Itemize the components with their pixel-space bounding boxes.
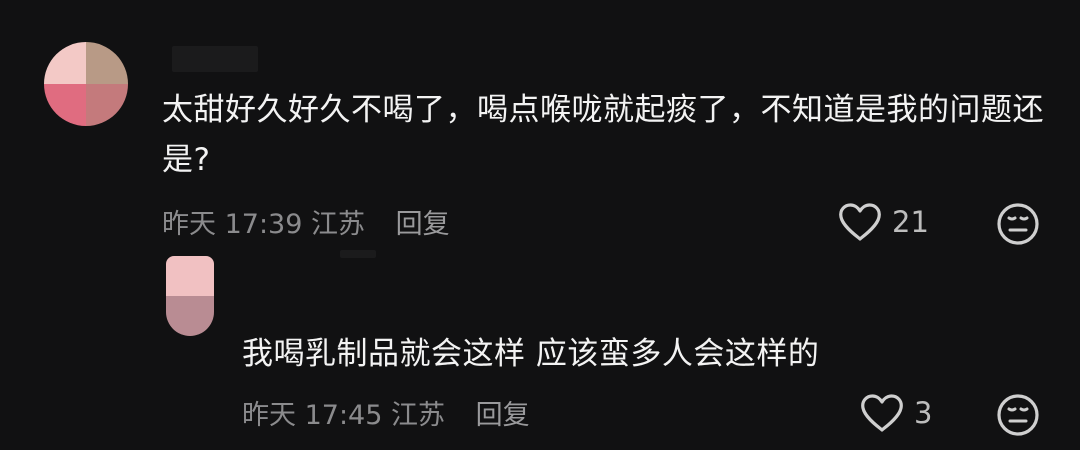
comment-meta: 昨天 17:45 江苏 回复	[242, 393, 530, 432]
neutral-face-icon	[997, 394, 1039, 436]
dislike-button[interactable]	[996, 202, 1040, 246]
like-count: 21	[892, 205, 929, 239]
avatar[interactable]	[44, 42, 128, 126]
avatar-tile	[86, 84, 128, 126]
comment-time: 昨天 17:39	[162, 209, 303, 240]
heart-icon	[861, 394, 903, 432]
username-redacted[interactable]	[172, 46, 258, 72]
avatar-tile	[166, 296, 214, 336]
comment-text: 我喝乳制品就会这样 应该蛮多人会这样的	[242, 336, 820, 372]
avatar-tile	[44, 84, 86, 126]
comment-meta: 昨天 17:39 江苏 回复	[162, 202, 450, 241]
username-redacted[interactable]	[340, 250, 376, 258]
comment-location: 江苏	[391, 400, 445, 431]
reply-button[interactable]: 回复	[476, 400, 530, 431]
like-count: 3	[914, 396, 933, 430]
reply-button[interactable]: 回复	[396, 209, 450, 240]
comment-time: 昨天 17:45	[242, 400, 383, 431]
like-button[interactable]: 3	[860, 393, 932, 433]
avatar-tile	[44, 42, 86, 84]
comment-text: 太甜好久好久不喝了，喝点喉咙就起痰了，不知道是我的问题还是?	[162, 92, 1044, 178]
avatar[interactable]	[166, 256, 214, 336]
neutral-face-icon	[997, 203, 1039, 245]
like-button[interactable]: 21	[838, 202, 929, 242]
dislike-button[interactable]	[996, 393, 1040, 437]
avatar-tile	[86, 42, 128, 84]
heart-icon	[839, 203, 881, 241]
avatar-tile	[166, 256, 214, 296]
comment-location: 江苏	[311, 209, 365, 240]
